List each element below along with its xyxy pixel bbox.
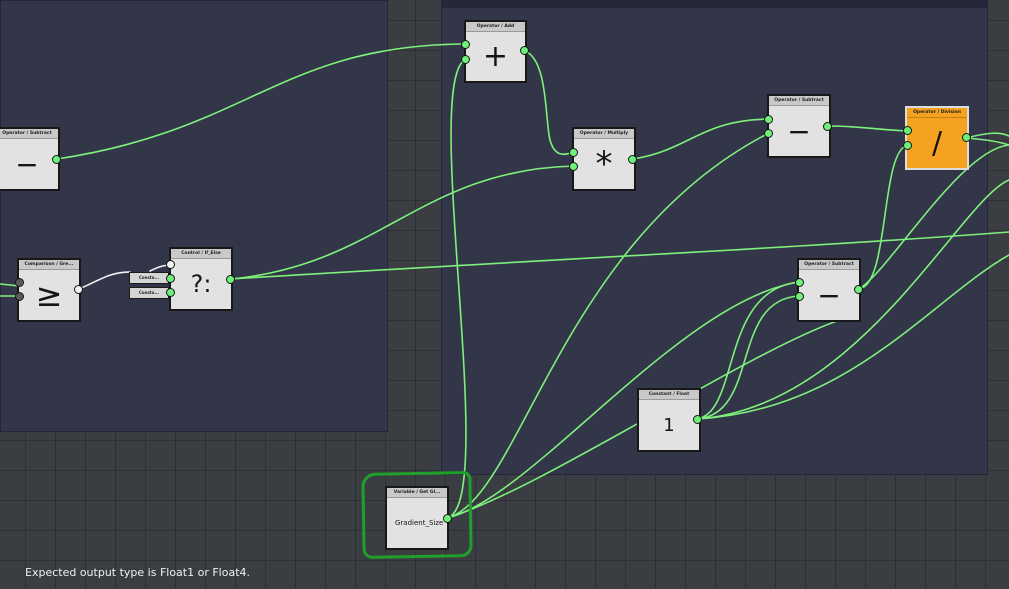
input-port[interactable] <box>461 40 470 49</box>
wire <box>446 281 800 519</box>
subtract-node[interactable]: Operator / Subtract − <box>797 258 861 322</box>
output-port[interactable] <box>226 275 235 284</box>
wire <box>858 144 909 290</box>
input-port[interactable] <box>166 288 175 297</box>
input-port[interactable] <box>795 292 804 301</box>
node-title: Comparison / Gre... <box>19 260 79 270</box>
node-title: Operator / Subtract <box>0 129 58 139</box>
minus-icon: − <box>817 278 841 312</box>
node-title: Operator / Add <box>466 22 525 32</box>
asterisk-icon: * <box>595 144 613 184</box>
ternary-icon: ?: <box>190 270 212 298</box>
node-title: Operator / Multiply <box>574 129 634 139</box>
input-port[interactable] <box>15 292 24 301</box>
input-port[interactable] <box>764 129 773 138</box>
wire <box>446 58 467 519</box>
wire <box>965 132 1009 139</box>
input-port[interactable] <box>764 115 773 124</box>
subtract-node[interactable]: Operator / Subtract − <box>0 127 60 191</box>
slash-icon: / <box>931 125 943 161</box>
highlight-annotation <box>361 471 473 559</box>
output-port[interactable] <box>823 122 832 131</box>
node-title: Constant / Float <box>639 390 699 400</box>
input-port[interactable] <box>166 274 175 283</box>
input-port[interactable] <box>903 141 912 150</box>
wire <box>965 137 1009 146</box>
input-port[interactable] <box>795 278 804 287</box>
subtract-node[interactable]: Operator / Subtract − <box>767 94 831 158</box>
node-title: Operator / Subtract <box>799 260 859 270</box>
wire <box>56 43 467 160</box>
wire <box>632 118 770 160</box>
wire <box>696 295 800 420</box>
node-title: Control / If_Else <box>171 249 231 259</box>
wire <box>78 271 131 290</box>
multiply-node[interactable]: Operator / Multiply * <box>572 127 636 191</box>
minus-icon: − <box>787 114 811 148</box>
output-port[interactable] <box>854 285 863 294</box>
greater-equal-icon: ≥ <box>35 276 63 314</box>
input-port[interactable] <box>461 55 470 64</box>
input-port[interactable] <box>569 148 578 157</box>
constant-value: 1 <box>663 414 675 436</box>
minus-icon: − <box>15 147 39 181</box>
input-port[interactable] <box>569 162 578 171</box>
plus-icon: + <box>482 39 509 74</box>
output-port[interactable] <box>693 415 702 424</box>
division-node[interactable]: Operator / Division / <box>905 106 969 170</box>
node-title: Operator / Subtract <box>769 96 829 106</box>
constant-chip[interactable]: Consta... <box>129 287 169 299</box>
output-port[interactable] <box>74 285 83 294</box>
comparison-node[interactable]: Comparison / Gre... ≥ <box>17 258 81 322</box>
input-port[interactable] <box>903 126 912 135</box>
conditional-node[interactable]: Control / If_Else ?: <box>169 247 233 311</box>
constant-chip[interactable]: Consta... <box>129 272 169 284</box>
wire <box>827 125 909 132</box>
node-title: Operator / Division <box>907 108 967 118</box>
output-port[interactable] <box>52 155 61 164</box>
add-node[interactable]: Operator / Add + <box>464 20 527 83</box>
wire <box>524 50 575 156</box>
status-message: Expected output type is Float1 or Float4… <box>25 566 251 579</box>
constant-float-node[interactable]: Constant / Float 1 <box>637 388 701 452</box>
output-port[interactable] <box>520 46 529 55</box>
input-port[interactable] <box>166 260 175 269</box>
input-port[interactable] <box>15 278 24 287</box>
output-port[interactable] <box>628 155 637 164</box>
output-port[interactable] <box>962 133 971 142</box>
